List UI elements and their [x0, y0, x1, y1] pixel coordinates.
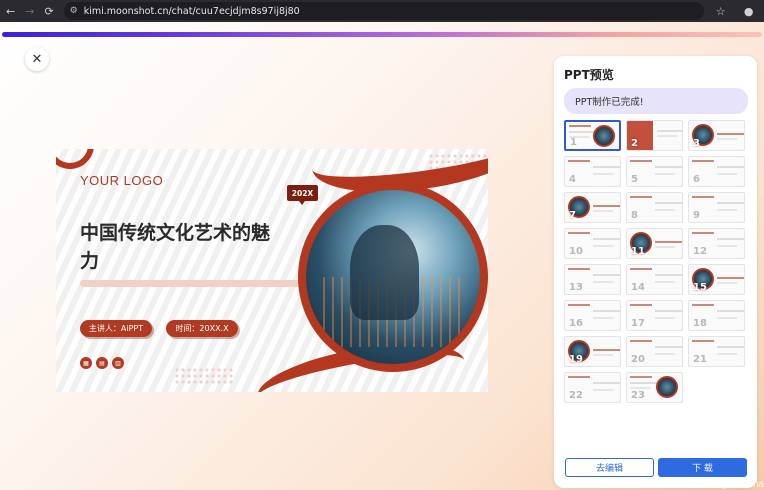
slide-thumbnail[interactable]: 13: [564, 264, 621, 295]
slide-thumbnail[interactable]: 23: [626, 372, 683, 403]
thumbnail-number: 19: [569, 354, 583, 365]
watermark: CSDN @Coolma: [688, 479, 764, 490]
thumbnail-number: 3: [693, 138, 700, 149]
slide-thumbnail[interactable]: 2: [626, 120, 683, 151]
slide-thumbnail[interactable]: 12: [688, 228, 745, 259]
slide-thumbnail[interactable]: 7: [564, 192, 621, 223]
slide-thumbnail[interactable]: 1: [564, 120, 621, 151]
slide-thumbnail[interactable]: 11: [626, 228, 683, 259]
slide-title: 中国传统文化艺术的魅力: [80, 222, 271, 272]
thumbnail-number: 7: [569, 210, 576, 221]
thumbnail-number: 6: [693, 174, 700, 185]
thumbnail-number: 13: [569, 282, 583, 293]
site-settings-icon[interactable]: ⚙: [70, 6, 78, 16]
slide-thumbnail[interactable]: 5: [626, 156, 683, 187]
thumbnail-number: 5: [631, 174, 638, 185]
thumbnail-number: 11: [631, 246, 645, 257]
close-button[interactable]: ✕: [25, 47, 49, 71]
status-message: PPT制作已完成!: [564, 88, 748, 114]
thumbnail-number: 8: [631, 210, 638, 221]
thumbnail-number: 18: [693, 318, 707, 329]
photo-image: [306, 190, 480, 364]
ppt-preview-panel: PPT预览 PPT制作已完成! 1 2 3 4 5 6 7 8 9 10 11 12 13 14 15 16 1…: [554, 56, 757, 488]
slide-thumbnail[interactable]: 16: [564, 300, 621, 331]
thumbnail-number: 23: [631, 390, 645, 401]
document-icon: ▤: [96, 357, 108, 369]
thumbnail-number: 14: [631, 282, 645, 293]
close-icon: ✕: [31, 51, 43, 67]
slide-logo: YOUR LOGO: [80, 173, 164, 188]
slide-thumbnail[interactable]: 19: [564, 336, 621, 367]
thumbnail-number: 10: [569, 246, 583, 257]
thumbnail-number: 16: [569, 318, 583, 329]
thumbnail-number: 2: [631, 138, 638, 149]
slide-thumbnail[interactable]: 4: [564, 156, 621, 187]
browser-toolbar: ← → ⟳ ⚙ kimi.moonshot.cn/chat/cuu7ecjdjm…: [0, 0, 764, 22]
photo-frame: [298, 182, 488, 372]
slide-thumbnail[interactable]: 10: [564, 228, 621, 259]
date-badge: 202X: [287, 185, 318, 205]
slide-thumbnail[interactable]: 15: [688, 264, 745, 295]
progress-bar: [2, 32, 762, 37]
back-icon[interactable]: ←: [6, 4, 15, 18]
forward-icon[interactable]: →: [25, 4, 34, 18]
profile-icon[interactable]: ●: [742, 4, 756, 18]
slide-preview: YOUR LOGO 中国传统文化艺术的魅力 主讲人：AiPPT 时间：20XX.…: [56, 149, 488, 392]
reload-icon[interactable]: ⟳: [44, 4, 53, 18]
slide-thumbnail[interactable]: 3: [688, 120, 745, 151]
slide-thumbnail[interactable]: 14: [626, 264, 683, 295]
slide-thumbnail[interactable]: 20: [626, 336, 683, 367]
time-pill: 时间：20XX.X: [166, 320, 238, 337]
thumbnail-number: 1: [570, 137, 577, 148]
slide-thumbnail[interactable]: 9: [688, 192, 745, 223]
url-text: kimi.moonshot.cn/chat/cuu7ecjdjm8s97ij8j…: [83, 5, 300, 17]
thumbnail-number: 21: [693, 354, 707, 365]
thumbnail-grid: 1 2 3 4 5 6 7 8 9 10 11 12 13 14 15 16 17 18 19 20 21 22 23: [564, 120, 746, 403]
panel-title: PPT预览: [564, 68, 614, 82]
slide-thumbnail[interactable]: 8: [626, 192, 683, 223]
bookmark-star-icon[interactable]: ☆: [714, 4, 728, 18]
slide-thumbnail[interactable]: 17: [626, 300, 683, 331]
chart-icon: ▥: [112, 357, 124, 369]
edit-button[interactable]: 去编辑: [565, 458, 654, 477]
thumbnail-number: 4: [569, 174, 576, 185]
speaker-pill: 主讲人：AiPPT: [80, 320, 152, 337]
slide-thumbnail[interactable]: 22: [564, 372, 621, 403]
grid-icon: ▦: [80, 357, 92, 369]
download-button[interactable]: 下 载: [658, 458, 747, 477]
thumbnail-number: 20: [631, 354, 645, 365]
slide-thumbnail[interactable]: 6: [688, 156, 745, 187]
address-bar[interactable]: ⚙ kimi.moonshot.cn/chat/cuu7ecjdjm8s97ij…: [63, 2, 704, 20]
thumbnail-number: 17: [631, 318, 645, 329]
thumbnail-number: 12: [693, 246, 707, 257]
slide-thumbnail[interactable]: 21: [688, 336, 745, 367]
dot-pattern: [174, 367, 234, 385]
thumbnail-number: 22: [569, 390, 583, 401]
slide-thumbnail[interactable]: 18: [688, 300, 745, 331]
thumbnail-number: 15: [693, 282, 707, 293]
thumbnail-number: 9: [693, 210, 700, 221]
title-underline: [80, 280, 310, 287]
